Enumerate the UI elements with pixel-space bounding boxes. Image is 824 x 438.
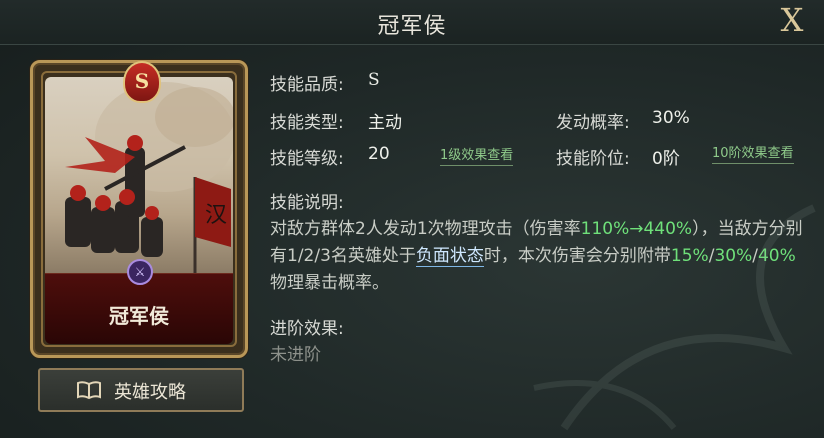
type-label: 技能类型: xyxy=(270,113,344,133)
hero-guide-button[interactable]: 英雄攻略 xyxy=(38,368,244,412)
negative-status-link[interactable]: 负面状态 xyxy=(415,246,484,267)
level-effect-link[interactable]: 1级效果查看 xyxy=(440,144,514,166)
background-ornament xyxy=(533,204,816,431)
flag-character: 汉 xyxy=(205,203,227,228)
stage-value: 0阶 xyxy=(652,149,680,169)
quality-label: 技能品质: xyxy=(270,75,344,95)
quality-value: S xyxy=(368,70,380,90)
level-value: 20 xyxy=(368,144,390,164)
chance-label: 发动概率: xyxy=(556,113,630,133)
skill-card: 汉 S 冠军侯 ⚔ xyxy=(30,60,248,358)
type-value: 主动 xyxy=(368,113,402,133)
hero-guide-label: 英雄攻略 xyxy=(114,382,186,403)
advance-value: 未进阶 xyxy=(270,345,321,365)
card-art: 汉 xyxy=(45,77,233,273)
desc-text-4: 物理暴击概率。 xyxy=(270,273,389,293)
weapon-type-icon: ⚔ xyxy=(127,259,153,285)
page-title: 冠军侯 xyxy=(377,14,447,39)
book-icon xyxy=(76,380,102,404)
chance-value: 30% xyxy=(652,108,690,128)
advance-label: 进阶效果: xyxy=(270,319,344,339)
stage-effect-link[interactable]: 10阶效果查看 xyxy=(712,142,794,164)
stage-label: 技能阶位: xyxy=(556,149,630,169)
card-name: 冠军侯 xyxy=(109,304,169,328)
title-bar: 冠军侯 X xyxy=(0,0,824,45)
description-label: 技能说明: xyxy=(270,193,344,213)
level-label: 技能等级: xyxy=(270,149,344,169)
rank-badge: S xyxy=(123,61,161,103)
close-button[interactable]: X xyxy=(774,2,810,38)
card-art-illustration: 汉 xyxy=(65,82,233,273)
